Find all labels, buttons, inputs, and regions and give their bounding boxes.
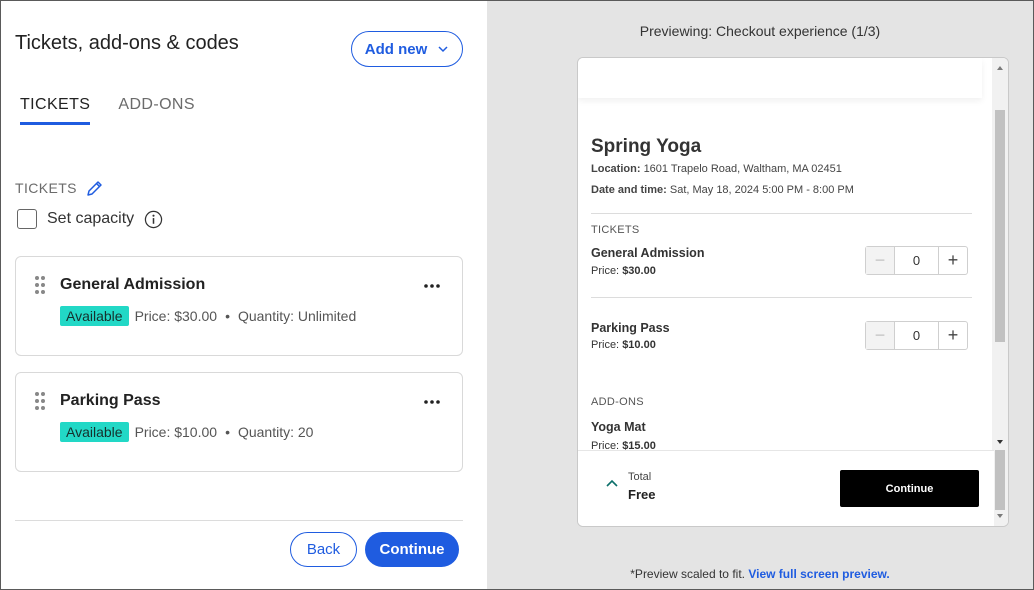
price-label: Price: [591, 440, 620, 450]
divider [591, 213, 972, 214]
ticket-name: Parking Pass [60, 392, 161, 409]
datetime-label: Date and time: [591, 184, 667, 196]
ticket-card-general-admission[interactable]: General Admission Available Price: $30.0… [15, 256, 463, 356]
divider [591, 297, 972, 298]
preview-addon-price: Price: $15.00 [591, 440, 656, 450]
decrement-button[interactable]: − [866, 247, 895, 274]
ticket-name: General Admission [60, 276, 206, 293]
tab-add-ons[interactable]: ADD-ONS [118, 96, 195, 125]
add-new-button[interactable]: Add new [351, 31, 463, 67]
scroll-down-icon[interactable] [997, 514, 1003, 518]
more-options-icon[interactable] [424, 399, 440, 405]
status-badge: Available [60, 306, 129, 326]
tab-bar: TICKETS ADD-ONS [20, 96, 195, 125]
price-value: $30.00 [622, 265, 656, 277]
status-badge: Available [60, 422, 129, 442]
price-label: Price: [591, 265, 620, 277]
chevron-up-icon[interactable] [606, 479, 618, 487]
set-capacity-checkbox[interactable] [17, 209, 37, 229]
ticket-price: Price: $10.00 [134, 424, 218, 440]
datetime-value: Sat, May 18, 2024 5:00 PM - 8:00 PM [669, 184, 854, 196]
event-location: Location: 1601 Trapelo Road, Waltham, MA… [591, 163, 842, 175]
ticket-quantity: Quantity: 20 [237, 424, 314, 440]
tickets-section-label: TICKETS [15, 180, 77, 196]
quantity-stepper: − 0 + [865, 246, 968, 275]
quantity-stepper: − 0 + [865, 321, 968, 350]
drag-handle-icon[interactable] [34, 275, 46, 295]
location-label: Location: [591, 163, 641, 175]
preview-note: *Preview scaled to fit. View full screen… [487, 567, 1033, 581]
separator-dot: • [225, 308, 230, 324]
scroll-up-icon[interactable] [997, 66, 1003, 70]
preview-item-name: General Admission [591, 246, 705, 260]
full-screen-preview-link[interactable]: View full screen preview. [748, 567, 889, 581]
continue-button[interactable]: Continue [365, 532, 459, 567]
back-button[interactable]: Back [290, 532, 357, 567]
price-value: $10.00 [622, 339, 656, 351]
add-new-label: Add new [364, 40, 428, 58]
ticket-price: Price: $30.00 [134, 308, 218, 324]
scroll-thumb-outer[interactable] [995, 450, 1005, 510]
decrement-button[interactable]: − [866, 322, 895, 349]
separator-dot: • [225, 424, 230, 440]
preview-scrollbar[interactable] [992, 58, 1008, 526]
preview-header-bar [578, 58, 982, 98]
preview-addon-name: Yoga Mat [591, 420, 646, 434]
location-value: 1601 Trapelo Road, Waltham, MA 02451 [643, 163, 842, 175]
preview-note-text: *Preview scaled to fit. [630, 567, 745, 581]
preview-label: Previewing: Checkout experience (1/3) [639, 23, 881, 39]
ticket-quantity: Quantity: Unlimited [237, 308, 357, 324]
page-title: Tickets, add-ons & codes [15, 32, 239, 54]
scroll-down-icon[interactable] [997, 440, 1003, 444]
footer-divider [15, 520, 463, 521]
app-frame: Tickets, add-ons & codes Add new TICKETS… [0, 0, 1034, 590]
set-capacity-row: Set capacity [17, 209, 163, 229]
preview-addons-section: ADD-ONS [591, 396, 644, 408]
chevron-down-icon [438, 46, 448, 53]
quantity-value[interactable]: 0 [895, 247, 938, 274]
price-value: $15.00 [622, 440, 656, 450]
preview-item-name: Parking Pass [591, 321, 670, 335]
increment-button[interactable]: + [938, 322, 967, 349]
preview-scroll-content[interactable]: Spring Yoga Location: 1601 Trapelo Road,… [591, 58, 972, 450]
drag-handle-icon[interactable] [34, 391, 46, 411]
ticket-card-parking-pass[interactable]: Parking Pass Available Price: $10.00 • Q… [15, 372, 463, 472]
ticket-meta: Available Price: $30.00 • Quantity: Unli… [60, 306, 356, 326]
preview-item-price: Price: $30.00 [591, 265, 656, 277]
scroll-thumb[interactable] [995, 110, 1005, 342]
preview-continue-button[interactable]: Continue [840, 470, 979, 507]
tickets-section-header: TICKETS [15, 178, 105, 198]
more-options-icon[interactable] [424, 283, 440, 289]
info-icon[interactable] [144, 210, 163, 229]
total-label: Total [628, 471, 652, 483]
checkout-preview: Spring Yoga Location: 1601 Trapelo Road,… [577, 57, 1009, 527]
tab-tickets[interactable]: TICKETS [20, 96, 91, 125]
editor-panel: Tickets, add-ons & codes Add new TICKETS… [1, 1, 487, 589]
preview-item-price: Price: $10.00 [591, 339, 656, 351]
price-label: Price: [591, 339, 620, 351]
ticket-meta: Available Price: $10.00 • Quantity: 20 [60, 422, 313, 442]
preview-panel: Previewing: Checkout experience (1/3) Sp… [487, 1, 1033, 589]
event-datetime: Date and time: Sat, May 18, 2024 5:00 PM… [591, 184, 854, 196]
total-value: Free [628, 487, 656, 502]
event-title: Spring Yoga [591, 136, 702, 157]
pencil-icon[interactable] [85, 178, 105, 198]
quantity-value[interactable]: 0 [895, 322, 938, 349]
set-capacity-label: Set capacity [47, 210, 135, 227]
increment-button[interactable]: + [938, 247, 967, 274]
preview-footer: Total Free Continue [578, 450, 994, 526]
preview-tickets-section: TICKETS [591, 224, 640, 236]
